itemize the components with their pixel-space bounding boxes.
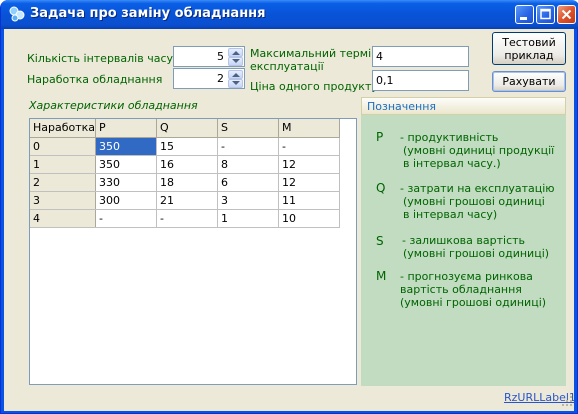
table-row: 2 330 18 6 12 [30, 173, 341, 192]
calculate-button[interactable]: Рахувати [492, 71, 566, 92]
table-row: 0 350 15 - - [30, 137, 341, 156]
table-row: 1 350 16 8 12 [30, 155, 341, 174]
legend-desc-m: - прогнозуєма ринкова вартість обладнанн… [400, 270, 565, 309]
unit-price-label: Ціна одного продукту [250, 80, 378, 93]
equipment-age-up-arrow[interactable] [228, 70, 243, 79]
table-cell[interactable]: 12 [278, 173, 341, 192]
table-cell[interactable]: 12 [278, 155, 341, 174]
table-cell[interactable]: 21 [156, 191, 219, 210]
column-header[interactable]: P [95, 119, 158, 138]
legend-line: (умовні грошові одиниці [403, 195, 545, 208]
equipment-age-spin-edit[interactable]: 2 [173, 68, 245, 89]
table-cell[interactable]: 15 [156, 137, 219, 156]
minimize-button[interactable] [515, 5, 534, 24]
legend-symbol-s: S [376, 234, 384, 248]
max-term-label-line2: експлуатації [250, 60, 324, 73]
equipment-age-label: Наработка обладнання [27, 73, 163, 86]
row-header-cell[interactable]: 0 [30, 137, 97, 156]
intervals-down-arrow[interactable] [228, 57, 243, 66]
legend-line: - затрати на експлуатацію [400, 182, 555, 195]
arrow-down-icon [232, 59, 240, 63]
table-cell[interactable]: 350 [95, 137, 158, 156]
column-header[interactable]: S [217, 119, 280, 138]
equipment-table: Наработка P Q S M 0 350 15 - - 1 350 16 [30, 119, 341, 228]
arrow-up-icon [232, 51, 240, 55]
arrow-down-icon [232, 81, 240, 85]
legend-title: Позначення [361, 97, 566, 115]
legend-desc-q: - затрати на експлуатацію (умовні грошов… [400, 182, 565, 221]
legend-symbol-p: P [376, 130, 384, 144]
table-cell[interactable]: 8 [217, 155, 280, 174]
window-title: Задача про заміну обладнання [30, 6, 266, 21]
max-term-label-line1: Максимальний термін [250, 47, 379, 60]
legend-panel: Позначення P - продуктивність (умовні од… [361, 97, 566, 386]
table-cell[interactable]: 1 [217, 209, 280, 228]
test-example-button[interactable]: Тестовий приклад [492, 32, 566, 65]
title-bar[interactable]: Задача про заміну обладнання [1, 0, 578, 29]
legend-line: - прогнозуєма ринкова [400, 270, 533, 283]
table-cell[interactable]: - [217, 137, 280, 156]
legend-line: вартість обладнання [400, 283, 522, 296]
table-caption: Характеристики обладнання [29, 99, 198, 112]
table-header-row: Наработка P Q S M [30, 119, 341, 138]
test-example-line2: приклад [504, 49, 554, 62]
legend-line: в інтервал часу) [403, 208, 498, 221]
max-term-input[interactable]: 4 [372, 46, 469, 67]
table-cell[interactable]: - [156, 209, 219, 228]
equipment-age-value: 2 [217, 72, 224, 85]
table-cell[interactable]: 16 [156, 155, 219, 174]
row-header-cell[interactable]: 4 [30, 209, 97, 228]
maximize-button[interactable] [536, 5, 555, 24]
intervals-value: 5 [217, 50, 224, 63]
table-cell[interactable]: 300 [95, 191, 158, 210]
equipment-age-down-arrow[interactable] [228, 79, 243, 88]
client-area: Кількість інтервалів часу Наработка обла… [4, 29, 576, 411]
column-header[interactable]: M [278, 119, 341, 138]
unit-price-input[interactable]: 0,1 [372, 70, 469, 91]
resize-grip-icon[interactable] [561, 395, 573, 407]
table-cell[interactable]: 11 [278, 191, 341, 210]
maximize-icon [540, 8, 551, 20]
table-cell[interactable]: - [95, 209, 158, 228]
legend-symbol-m: M [376, 269, 387, 283]
test-example-line1: Тестовий [502, 36, 556, 49]
table-cell[interactable]: - [278, 137, 341, 156]
legend-desc-s: - залишкова вартість (умовні грошові оди… [402, 234, 567, 260]
row-header-cell[interactable]: 1 [30, 155, 97, 174]
minimize-icon [520, 17, 527, 20]
legend-symbol-q: Q [376, 181, 386, 195]
column-header[interactable]: Наработка [30, 119, 97, 138]
table-row: 3 300 21 3 11 [30, 191, 341, 210]
legend-line: - продуктивність [400, 131, 499, 144]
table-cell[interactable]: 3 [217, 191, 280, 210]
row-header-cell[interactable]: 3 [30, 191, 97, 210]
app-window: Задача про заміну обладнання Кількість і… [0, 0, 578, 414]
legend-line: (умовні одиниці продукції [403, 144, 555, 157]
app-icon [9, 6, 25, 22]
row-header-cell[interactable]: 2 [30, 173, 97, 192]
legend-line: (умовні грошові одиниці) [403, 247, 550, 260]
intervals-up-arrow[interactable] [228, 48, 243, 57]
legend-desc-p: - продуктивність (умовні одиниці продукц… [400, 131, 565, 170]
legend-line: (умовні грошові одиниці) [400, 296, 547, 309]
table-row: 4 - - 1 10 [30, 209, 341, 228]
table-cell[interactable]: 330 [95, 173, 158, 192]
max-term-label: Максимальний термін експлуатації [250, 47, 378, 73]
close-button[interactable] [557, 5, 576, 24]
legend-line: в інтервал часу.) [403, 157, 501, 170]
column-header[interactable]: Q [156, 119, 219, 138]
equipment-grid[interactable]: Наработка P Q S M 0 350 15 - - 1 350 16 [29, 118, 357, 385]
table-cell[interactable]: 18 [156, 173, 219, 192]
intervals-label: Кількість інтервалів часу [27, 52, 174, 65]
close-icon [561, 9, 572, 20]
table-cell[interactable]: 6 [217, 173, 280, 192]
intervals-spin-edit[interactable]: 5 [173, 46, 245, 67]
table-cell[interactable]: 350 [95, 155, 158, 174]
table-cell[interactable]: 10 [278, 209, 341, 228]
legend-line: - залишкова вартість [402, 234, 526, 247]
arrow-up-icon [232, 73, 240, 77]
